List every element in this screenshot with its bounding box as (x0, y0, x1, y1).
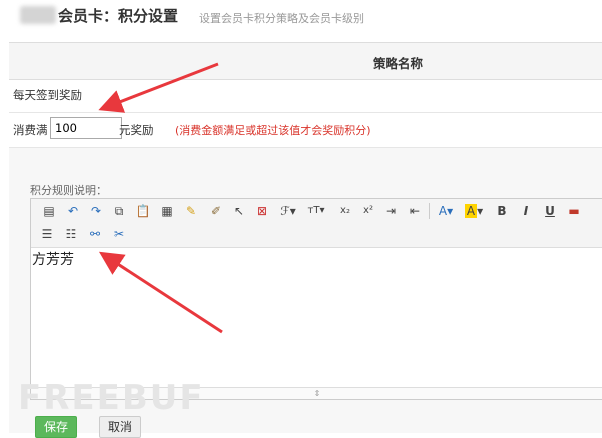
arrow-annotation (98, 62, 219, 113)
arrow-annotation (98, 251, 223, 334)
annotation-arrows (98, 62, 223, 334)
